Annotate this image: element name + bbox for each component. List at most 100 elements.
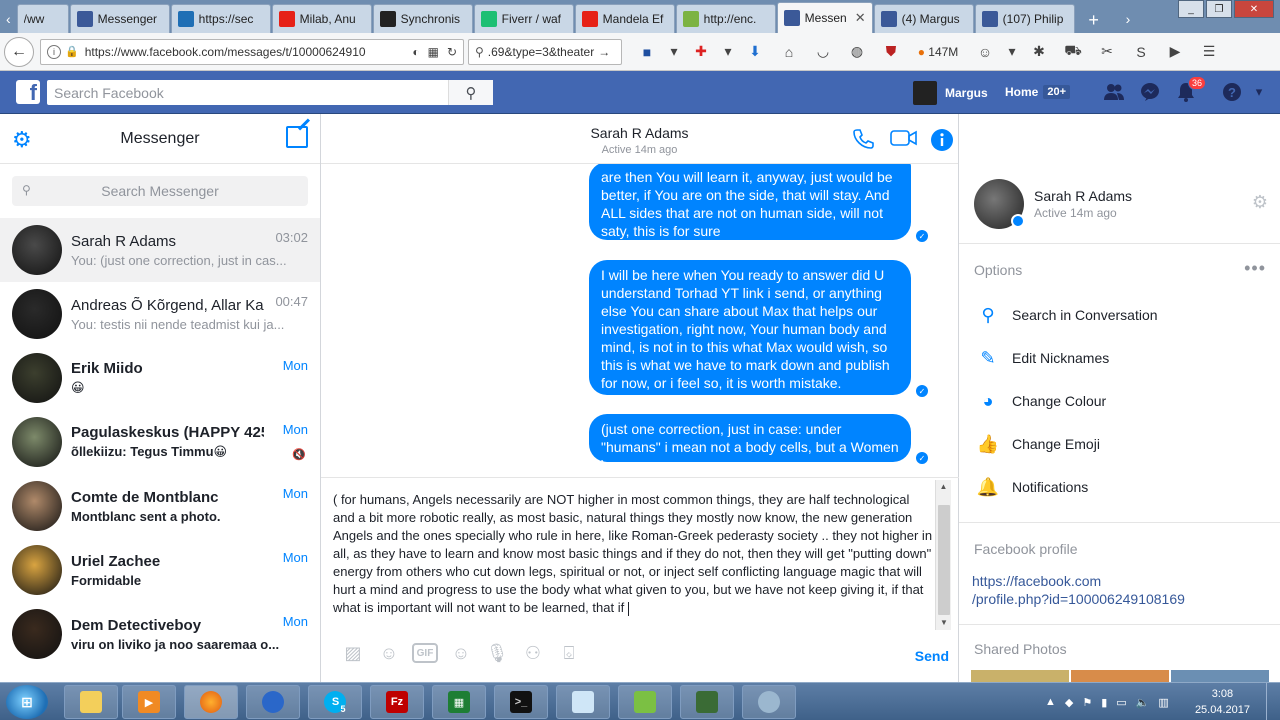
- send-button[interactable]: Send: [915, 648, 949, 664]
- reload-icon[interactable]: ↻: [447, 45, 457, 59]
- option-item[interactable]: ✎ Edit Nicknames: [974, 343, 1109, 373]
- conversation-item[interactable]: Erik Miido 😀 Mon: [0, 346, 320, 410]
- message-input[interactable]: ( for humans, Angels necessarily are NOT…: [333, 491, 933, 617]
- menu-icon[interactable]: ☰: [1192, 43, 1226, 60]
- friend-requests-icon[interactable]: [1096, 80, 1132, 104]
- info-icon[interactable]: i: [47, 44, 61, 59]
- taskbar-media-player[interactable]: ▶: [122, 685, 176, 719]
- game-controller-icon[interactable]: ⚇: [515, 642, 551, 664]
- minimize-button[interactable]: _: [1178, 0, 1204, 18]
- option-item[interactable]: ◕ Change Colour: [974, 386, 1107, 416]
- profile-link-line-1[interactable]: https://facebook.com: [972, 572, 1185, 590]
- browser-tab[interactable]: Messenger: [69, 4, 170, 33]
- show-desktop-button[interactable]: [1266, 683, 1280, 720]
- option-item[interactable]: ⚲ Search in Conversation: [974, 300, 1157, 330]
- taskbar-terminal[interactable]: >_: [494, 685, 548, 719]
- screenshot-icon[interactable]: ✂: [1090, 43, 1124, 60]
- browser-tab[interactable]: (107) Philip: [974, 4, 1075, 33]
- taskbar-explorer[interactable]: [64, 685, 118, 719]
- browser-tab[interactable]: http://enc.: [675, 4, 776, 33]
- reader-icon[interactable]: ▦: [428, 45, 439, 59]
- scrollbar-thumb[interactable]: [938, 505, 950, 615]
- tab-scroll-left-icon[interactable]: ‹: [0, 5, 17, 33]
- taskbar-spreadsheet[interactable]: ▦: [432, 685, 486, 719]
- details-name[interactable]: Sarah R Adams: [1034, 188, 1132, 204]
- start-button[interactable]: ⊞: [6, 685, 48, 719]
- youtube-addon-icon[interactable]: ▶: [1158, 43, 1192, 60]
- new-tab-button[interactable]: +: [1080, 7, 1108, 33]
- car-icon[interactable]: ⛟: [1056, 42, 1090, 61]
- addon-counter[interactable]: ● 147M: [908, 45, 968, 59]
- conversation-item[interactable]: Dem Detectiveboy viru on liviko ja noo sa…: [0, 602, 320, 666]
- tab-scroll-right-icon[interactable]: ›: [1120, 5, 1137, 33]
- phone-icon[interactable]: [852, 128, 874, 155]
- browser-tab[interactable]: Milab, Anu: [271, 4, 372, 33]
- extension-icon[interactable]: ◍: [840, 43, 874, 60]
- browser-tab[interactable]: https://sec: [170, 4, 271, 33]
- account-menu-icon[interactable]: ▾: [1250, 80, 1268, 104]
- maximize-button[interactable]: ❐: [1206, 0, 1232, 18]
- taskbar-editor[interactable]: [618, 685, 672, 719]
- taskbar-network[interactable]: [680, 685, 734, 719]
- address-bar[interactable]: i 🔒 https://www.facebook.com/messages/t/…: [40, 38, 464, 65]
- taskbar-filezilla[interactable]: Fz: [370, 685, 424, 719]
- composer-scrollbar[interactable]: ▲ ▼: [935, 480, 951, 630]
- facebook-search-input[interactable]: Search Facebook ⚲: [47, 80, 493, 105]
- close-tab-icon[interactable]: ✕: [855, 10, 866, 26]
- browser-tab[interactable]: Fiverr / waf: [473, 4, 574, 33]
- facebook-search-button[interactable]: ⚲: [448, 80, 493, 105]
- go-arrow-icon[interactable]: →: [598, 45, 610, 59]
- info-icon[interactable]: [930, 128, 954, 157]
- clock[interactable]: 3:08 25.04.2017: [1195, 686, 1250, 718]
- skype-addon-icon[interactable]: S: [1124, 44, 1158, 60]
- browser-tab[interactable]: Synchronis: [372, 4, 473, 33]
- url-text[interactable]: https://www.facebook.com/messages/t/1000…: [85, 45, 405, 59]
- camera-icon[interactable]: ⌺: [551, 642, 587, 664]
- message-bubble[interactable]: I will be here when You ready to answer …: [589, 260, 911, 395]
- more-options-icon[interactable]: •••: [1244, 258, 1266, 279]
- microphone-icon[interactable]: 🎙: [479, 642, 515, 664]
- usb-icon[interactable]: ▮: [1101, 696, 1107, 709]
- download-icon[interactable]: ⬇: [738, 43, 772, 60]
- taskbar-utility[interactable]: [742, 685, 796, 719]
- smiley-dropdown-icon[interactable]: ▾: [1002, 43, 1022, 60]
- browser-tab[interactable]: Messen ✕: [776, 2, 873, 33]
- taskbar-firefox[interactable]: [184, 685, 238, 719]
- profile-link-line-2[interactable]: /profile.php?id=100006249108169: [972, 590, 1185, 608]
- conversation-item[interactable]: Uriel Zachee Formidable Mon: [0, 538, 320, 602]
- messenger-search-input[interactable]: ⚲ Search Messenger: [12, 176, 308, 206]
- video-call-icon[interactable]: [890, 128, 918, 153]
- browser-tab[interactable]: /ww: [16, 4, 69, 33]
- option-item[interactable]: 🔔 Notifications: [974, 472, 1088, 502]
- conversation-item[interactable]: Andreas Õ Kõrgend, Allar Kal... You: test…: [0, 282, 320, 346]
- search-bar[interactable]: ⚲ .69&type=3&theater →: [468, 38, 622, 65]
- tray-app-icon[interactable]: ◆: [1065, 696, 1073, 709]
- conversation-item[interactable]: Sarah R Adams You: (just one correction, …: [0, 218, 320, 282]
- scroll-down-arrow-icon[interactable]: ▼: [936, 616, 952, 630]
- profile-link[interactable]: https://facebook.com /profile.php?id=100…: [972, 572, 1185, 608]
- save-dropdown-icon[interactable]: ▾: [664, 43, 684, 60]
- search-bar-text[interactable]: .69&type=3&theater: [488, 45, 594, 59]
- conversation-item[interactable]: Pagulaskeskus (HAPPY 425) õllekiizu: Tegu…: [0, 410, 320, 474]
- ublock-icon[interactable]: ⛊: [874, 43, 908, 60]
- taskbar-notepad[interactable]: [556, 685, 610, 719]
- tray-expand-icon[interactable]: ▲: [1045, 696, 1056, 708]
- settings-gear-icon[interactable]: ⚙: [12, 127, 32, 153]
- scroll-up-arrow-icon[interactable]: ▲: [936, 480, 951, 494]
- action-center-flag-icon[interactable]: ⚑: [1082, 696, 1092, 709]
- close-window-button[interactable]: ✕: [1234, 0, 1274, 18]
- tracking-icon[interactable]: ◐: [412, 45, 419, 59]
- notifications-icon[interactable]: 36: [1168, 76, 1207, 104]
- message-bubble[interactable]: are then You will learn it, anyway, just…: [589, 164, 911, 240]
- option-item[interactable]: 👍 Change Emoji: [974, 429, 1100, 459]
- help-icon[interactable]: ?: [1214, 80, 1250, 104]
- emoji-icon[interactable]: ☺: [443, 642, 479, 664]
- network-tray-icon[interactable]: ▭: [1116, 696, 1126, 709]
- conversation-item[interactable]: Comte de Montblanc Montblanc sent a photo…: [0, 474, 320, 538]
- shared-photo[interactable]: [971, 670, 1069, 682]
- gif-button[interactable]: GIF: [412, 643, 438, 663]
- shared-photo[interactable]: [1071, 670, 1169, 682]
- facebook-logo-icon[interactable]: f: [16, 80, 40, 104]
- save-icon[interactable]: ■: [630, 44, 664, 60]
- volume-icon[interactable]: 🔈: [1136, 696, 1150, 709]
